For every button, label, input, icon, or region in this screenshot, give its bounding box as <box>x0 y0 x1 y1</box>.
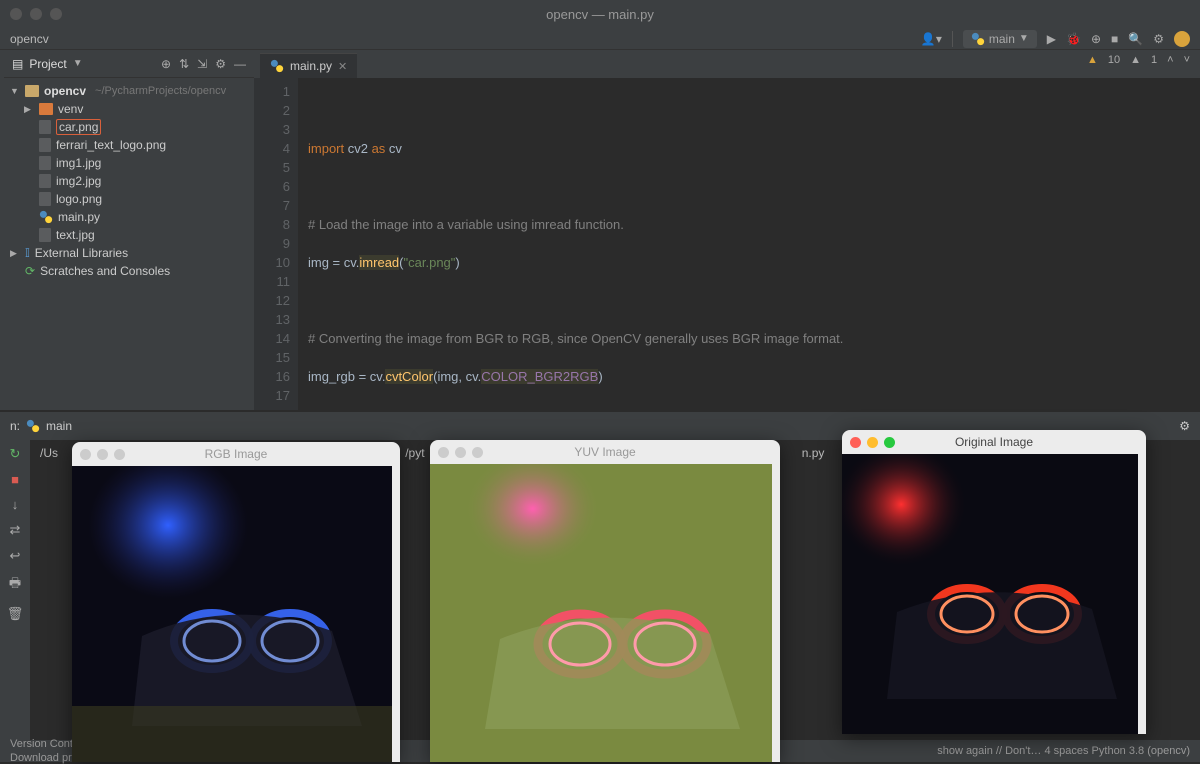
status-right[interactable]: show again // Don't… 4 spaces Python 3.8… <box>937 745 1190 757</box>
user-icon[interactable]: 👤▾ <box>921 32 942 46</box>
library-icon: 𝕀 <box>25 246 30 260</box>
folder-icon <box>39 103 53 115</box>
gear-icon[interactable]: ⚙ <box>215 57 226 71</box>
collapse-icon[interactable]: ⇲ <box>197 57 207 71</box>
tree-item[interactable]: text.jpg <box>4 226 254 244</box>
select-opened-icon[interactable]: ⊕ <box>161 57 171 71</box>
window-titlebar[interactable]: RGB Image <box>72 442 400 466</box>
tree-item-car[interactable]: car.png <box>4 118 254 136</box>
window-titlebar[interactable]: YUV Image <box>430 440 780 464</box>
code-text[interactable]: import cv2 as cv # Load the image into a… <box>298 78 1200 410</box>
titlebar: opencv — main.py <box>0 0 1200 28</box>
hide-icon[interactable]: — <box>234 57 246 71</box>
window-title-text: RGB Image <box>205 447 268 461</box>
rerun-icon[interactable]: ↻ <box>10 446 21 462</box>
chevron-up-icon[interactable]: ˄ <box>1167 54 1173 66</box>
project-panel-header: ▤ Project ▼ ⊕ ⇅ ⇲ ⚙ — <box>4 50 254 78</box>
stop-icon[interactable]: ■ <box>1111 32 1118 46</box>
inspections-widget[interactable]: ▲10 ▲1 ˄˅ <box>1087 54 1190 66</box>
debug-icon[interactable]: 🐞 <box>1066 32 1081 46</box>
window-yuv-image[interactable]: YUV Image <box>430 440 780 762</box>
run-config-selector[interactable]: main ▼ <box>963 30 1037 48</box>
avatar-icon[interactable] <box>1174 31 1190 47</box>
main-area: ▤ Project ▼ ⊕ ⇅ ⇲ ⚙ — ▼ opencv ~/Pycharm… <box>0 50 1200 410</box>
wrap-icon[interactable]: ↩ <box>10 548 21 564</box>
tree-item[interactable]: img1.jpg <box>4 154 254 172</box>
file-icon <box>39 120 51 134</box>
image-content <box>430 464 780 762</box>
folder-icon <box>25 85 39 97</box>
chevron-down-icon[interactable]: ˅ <box>1184 54 1190 66</box>
separator <box>952 31 953 47</box>
file-icon <box>39 156 51 170</box>
editor-tabs: main.py ✕ <box>254 50 1200 78</box>
gear-icon[interactable]: ⚙ <box>1179 419 1190 433</box>
file-icon <box>39 138 51 152</box>
tree-item-venv[interactable]: ▶ venv <box>4 100 254 118</box>
python-icon <box>270 59 284 73</box>
run-config-name: main <box>46 419 72 433</box>
close-dot[interactable] <box>10 8 22 20</box>
file-icon <box>39 228 51 242</box>
stop-icon[interactable]: ■ <box>11 472 19 487</box>
tab-main[interactable]: main.py ✕ <box>260 53 357 78</box>
file-icon <box>39 192 51 206</box>
project-panel: ▤ Project ▼ ⊕ ⇅ ⇲ ⚙ — ▼ opencv ~/Pycharm… <box>4 50 254 410</box>
code-area[interactable]: 123456789101112131415161718 import cv2 a… <box>254 78 1200 410</box>
layout-icon[interactable]: ⇄ <box>10 522 21 538</box>
expand-icon[interactable]: ⇅ <box>179 57 189 71</box>
tree-root[interactable]: ▼ opencv ~/PycharmProjects/opencv <box>4 82 254 100</box>
trash-icon[interactable]: 🗑 <box>7 606 24 622</box>
down-icon[interactable]: ↓ <box>12 497 19 512</box>
tree-item[interactable]: img2.jpg <box>4 172 254 190</box>
min-dot[interactable] <box>30 8 42 20</box>
run-label: n: <box>10 419 20 433</box>
breadcrumb-project[interactable]: opencv <box>10 32 49 46</box>
navigation-bar: opencv 👤▾ main ▼ ▶ 🐞 ⊕ ■ 🔍 ⚙ <box>0 28 1200 50</box>
project-tree[interactable]: ▼ opencv ~/PycharmProjects/opencv ▶ venv… <box>4 78 254 284</box>
chevron-down-icon[interactable]: ▼ <box>73 58 83 69</box>
window-rgb-image[interactable]: RGB Image <box>72 442 400 762</box>
image-content <box>72 466 400 762</box>
editor: main.py ✕ ▲10 ▲1 ˄˅ 12345678910111213141… <box>254 50 1200 410</box>
window-original-image[interactable]: Original Image <box>842 430 1146 734</box>
tree-item-main[interactable]: main.py <box>4 208 254 226</box>
scratches[interactable]: ⟳Scratches and Consoles <box>4 262 254 280</box>
close-icon[interactable]: ✕ <box>338 60 347 73</box>
image-content <box>842 454 1146 734</box>
window-title-text: YUV Image <box>574 445 635 459</box>
tree-item[interactable]: ferrari_text_logo.png <box>4 136 254 154</box>
python-icon <box>971 32 985 46</box>
project-panel-title: Project <box>29 57 66 71</box>
gutter[interactable]: 123456789101112131415161718 <box>254 78 298 410</box>
python-icon <box>39 210 53 224</box>
tree-item[interactable]: logo.png <box>4 190 254 208</box>
python-icon <box>26 419 40 433</box>
file-icon <box>39 174 51 188</box>
run-toolbar: ↻ ■ ↓ ⇄ ↩ 🖶 🗑 <box>0 440 30 740</box>
weak-warning-icon: ▲ <box>1130 54 1141 66</box>
print-icon[interactable]: 🖶 <box>9 574 21 596</box>
window-title-text: Original Image <box>955 435 1033 449</box>
settings-icon[interactable]: ⚙ <box>1153 32 1164 46</box>
window-controls[interactable] <box>10 8 62 20</box>
external-libraries[interactable]: ▶𝕀External Libraries <box>4 244 254 262</box>
run-icon[interactable]: ▶ <box>1047 32 1056 46</box>
project-view-icon[interactable]: ▤ <box>12 57 23 71</box>
scratch-icon: ⟳ <box>25 264 35 278</box>
max-dot[interactable] <box>50 8 62 20</box>
window-titlebar[interactable]: Original Image <box>842 430 1146 454</box>
coverage-icon[interactable]: ⊕ <box>1091 32 1101 46</box>
window-title: opencv — main.py <box>546 7 654 22</box>
search-icon[interactable]: 🔍 <box>1128 32 1143 46</box>
warning-icon: ▲ <box>1087 54 1098 66</box>
